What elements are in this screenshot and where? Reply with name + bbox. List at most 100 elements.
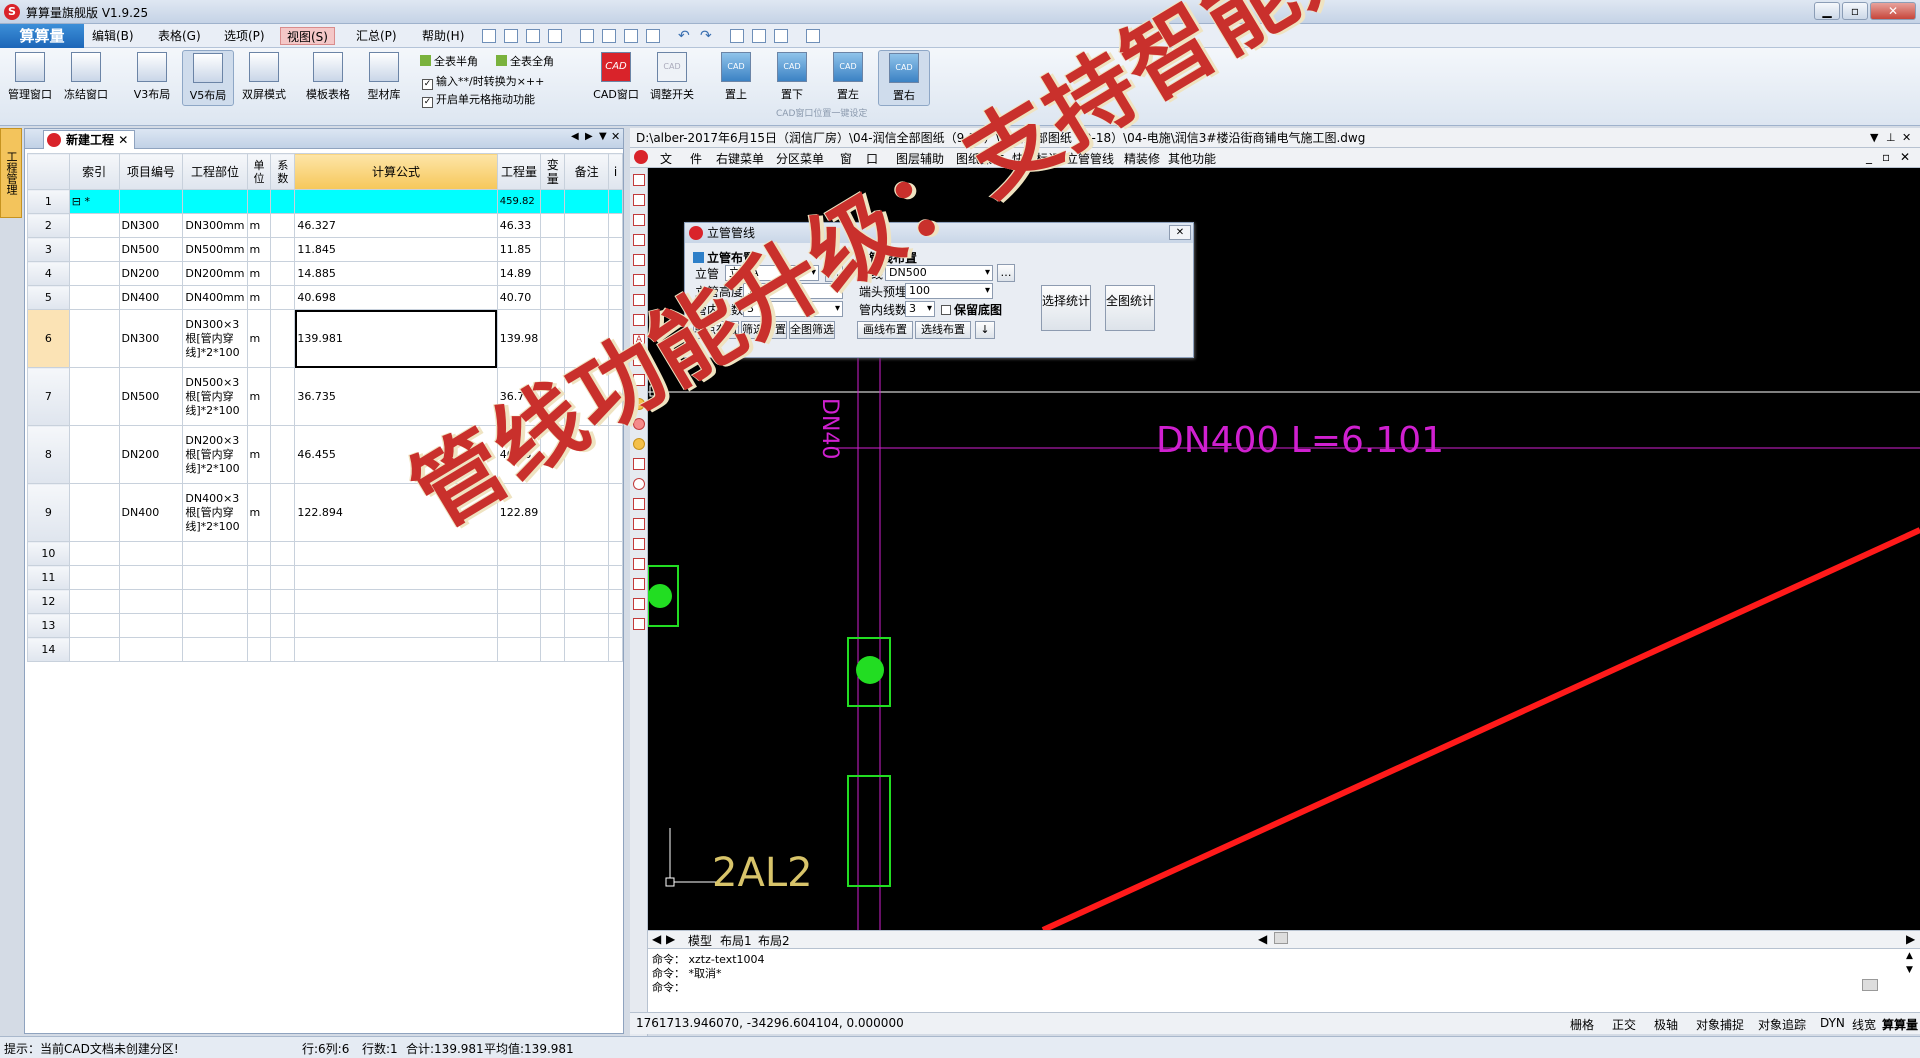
- cad-doc-restore-icon[interactable]: ▫: [1882, 150, 1890, 164]
- cell-part[interactable]: [182, 637, 248, 662]
- cell-index[interactable]: [68, 425, 120, 484]
- cell-part[interactable]: [182, 613, 248, 638]
- quick-search-icon[interactable]: [806, 29, 820, 43]
- cell-coef[interactable]: [270, 541, 296, 566]
- cell-extra[interactable]: [607, 589, 624, 614]
- toggle-osnap[interactable]: 对象捕捉: [1696, 1016, 1744, 1033]
- tool-2-icon[interactable]: [633, 194, 645, 206]
- tab-layout2[interactable]: 布局2: [758, 932, 790, 949]
- cell-variable[interactable]: [540, 637, 566, 662]
- tab-list-icon[interactable]: ▼: [599, 131, 607, 142]
- row-number[interactable]: 5: [27, 285, 70, 310]
- cell-extra[interactable]: [607, 213, 624, 238]
- quick-preview-icon[interactable]: [602, 29, 616, 43]
- cell-part[interactable]: DN500×3根[管内穿线]*2*100: [182, 367, 248, 426]
- cell-extra[interactable]: [607, 261, 624, 286]
- cell-part[interactable]: DN200×3根[管内穿线]*2*100: [182, 425, 248, 484]
- cell-coef[interactable]: [270, 637, 296, 662]
- dialog-close-button[interactable]: ✕: [1169, 225, 1191, 240]
- tool-box2-icon[interactable]: [633, 518, 645, 530]
- cell-extra[interactable]: [607, 483, 624, 542]
- cell-variable[interactable]: [540, 285, 566, 310]
- cell-formula[interactable]: [294, 589, 498, 614]
- select-line-button[interactable]: 选线布置: [915, 321, 971, 339]
- cell-extra[interactable]: [607, 541, 624, 566]
- quick-save-icon[interactable]: [548, 29, 562, 43]
- cell-part[interactable]: [182, 189, 248, 214]
- cell-unit[interactable]: [246, 541, 272, 566]
- cell-variable[interactable]: [540, 237, 566, 262]
- menu-options[interactable]: 选项(P): [218, 27, 271, 45]
- tool-circle-icon[interactable]: [633, 478, 645, 490]
- profile-library-button[interactable]: 型材库: [358, 50, 410, 106]
- table-row[interactable]: 14: [27, 637, 624, 662]
- cell-code[interactable]: DN200: [118, 261, 184, 286]
- cad-menu-context[interactable]: 右键菜单: [716, 150, 764, 167]
- minimize-button[interactable]: ▁: [1814, 2, 1840, 20]
- tool-angle-icon[interactable]: [633, 618, 645, 630]
- quick-layout1-icon[interactable]: [730, 29, 744, 43]
- cell-quantity[interactable]: 46.33: [496, 213, 542, 238]
- manage-window-button[interactable]: 管理窗口: [4, 50, 56, 106]
- row-number[interactable]: 2: [27, 213, 70, 238]
- cad-window-button[interactable]: CAD CAD窗口: [590, 50, 642, 106]
- tool-box3-icon[interactable]: [633, 538, 645, 550]
- tool-line-icon[interactable]: [633, 214, 645, 226]
- tool-gear-icon[interactable]: [633, 458, 645, 470]
- cell-variable[interactable]: [540, 189, 566, 214]
- cell-coef[interactable]: [270, 261, 296, 286]
- layout-first-icon[interactable]: ◀: [652, 932, 661, 946]
- quick-layout3-icon[interactable]: [774, 29, 788, 43]
- menu-summary[interactable]: 汇总(P): [350, 27, 403, 45]
- cell-formula[interactable]: 139.981: [294, 309, 498, 368]
- pipe-wires-select[interactable]: 3: [905, 301, 935, 317]
- col-header-code[interactable]: 项目编号: [118, 153, 184, 190]
- cell-code[interactable]: DN400: [118, 483, 184, 542]
- table-row[interactable]: 13: [27, 613, 624, 638]
- tool-box1-icon[interactable]: [633, 498, 645, 510]
- cell-index[interactable]: [68, 285, 120, 310]
- toggle-ortho[interactable]: 正交: [1612, 1016, 1636, 1033]
- row-number[interactable]: 8: [27, 425, 70, 484]
- cell-variable[interactable]: [540, 613, 566, 638]
- cmd-scroll-thumb[interactable]: [1862, 979, 1878, 991]
- cell-part[interactable]: [182, 589, 248, 614]
- cell-extra[interactable]: [607, 565, 624, 590]
- cad-menu-zone[interactable]: 分区菜单: [776, 150, 824, 167]
- cell-quantity[interactable]: [496, 589, 542, 614]
- dock-top-button[interactable]: CAD 置上: [710, 50, 762, 106]
- draw-line-button[interactable]: 画线布置: [857, 321, 913, 339]
- dock-left-button[interactable]: CAD 置左: [822, 50, 874, 106]
- cell-quantity[interactable]: [496, 613, 542, 638]
- freeze-window-button[interactable]: 冻结窗口: [60, 50, 112, 106]
- cell-code[interactable]: DN400: [118, 285, 184, 310]
- cell-quantity[interactable]: 40.70: [496, 285, 542, 310]
- cell-coef[interactable]: [270, 565, 296, 590]
- tab-model[interactable]: 模型: [688, 932, 712, 949]
- cell-code[interactable]: DN500: [118, 237, 184, 262]
- cell-index[interactable]: [68, 637, 120, 662]
- row-number[interactable]: 9: [27, 483, 70, 542]
- table-row[interactable]: 3 DN500 DN500mm m 11.845 11.85: [27, 237, 624, 262]
- table-row[interactable]: 5 DN400 DN400mm m 40.698 40.70: [27, 285, 624, 310]
- cell-unit[interactable]: [246, 613, 272, 638]
- cell-formula[interactable]: 11.845: [294, 237, 498, 262]
- cell-variable[interactable]: [540, 565, 566, 590]
- dual-screen-button[interactable]: 双屏模式: [238, 50, 290, 106]
- full-full-toggle[interactable]: 全表全角: [496, 54, 554, 70]
- toggle-polar[interactable]: 极轴: [1654, 1016, 1678, 1033]
- row-number[interactable]: 12: [27, 589, 70, 614]
- cell-index[interactable]: [68, 261, 120, 286]
- cell-part[interactable]: DN500mm: [182, 237, 248, 262]
- table-row[interactable]: 11: [27, 565, 624, 590]
- toggle-dyn[interactable]: DYN: [1820, 1016, 1845, 1030]
- more-options-button[interactable]: ↓: [975, 321, 995, 339]
- template-table-button[interactable]: 模板表格: [302, 50, 354, 106]
- cell-index[interactable]: [68, 367, 120, 426]
- cell-part[interactable]: [182, 541, 248, 566]
- toggle-grid[interactable]: 栅格: [1570, 1016, 1594, 1033]
- quick-folder-icon[interactable]: [526, 29, 540, 43]
- cell-quantity[interactable]: 14.89: [496, 261, 542, 286]
- cmd-scroll-down-icon[interactable]: ▼: [1906, 965, 1913, 975]
- cell-note[interactable]: [564, 237, 609, 262]
